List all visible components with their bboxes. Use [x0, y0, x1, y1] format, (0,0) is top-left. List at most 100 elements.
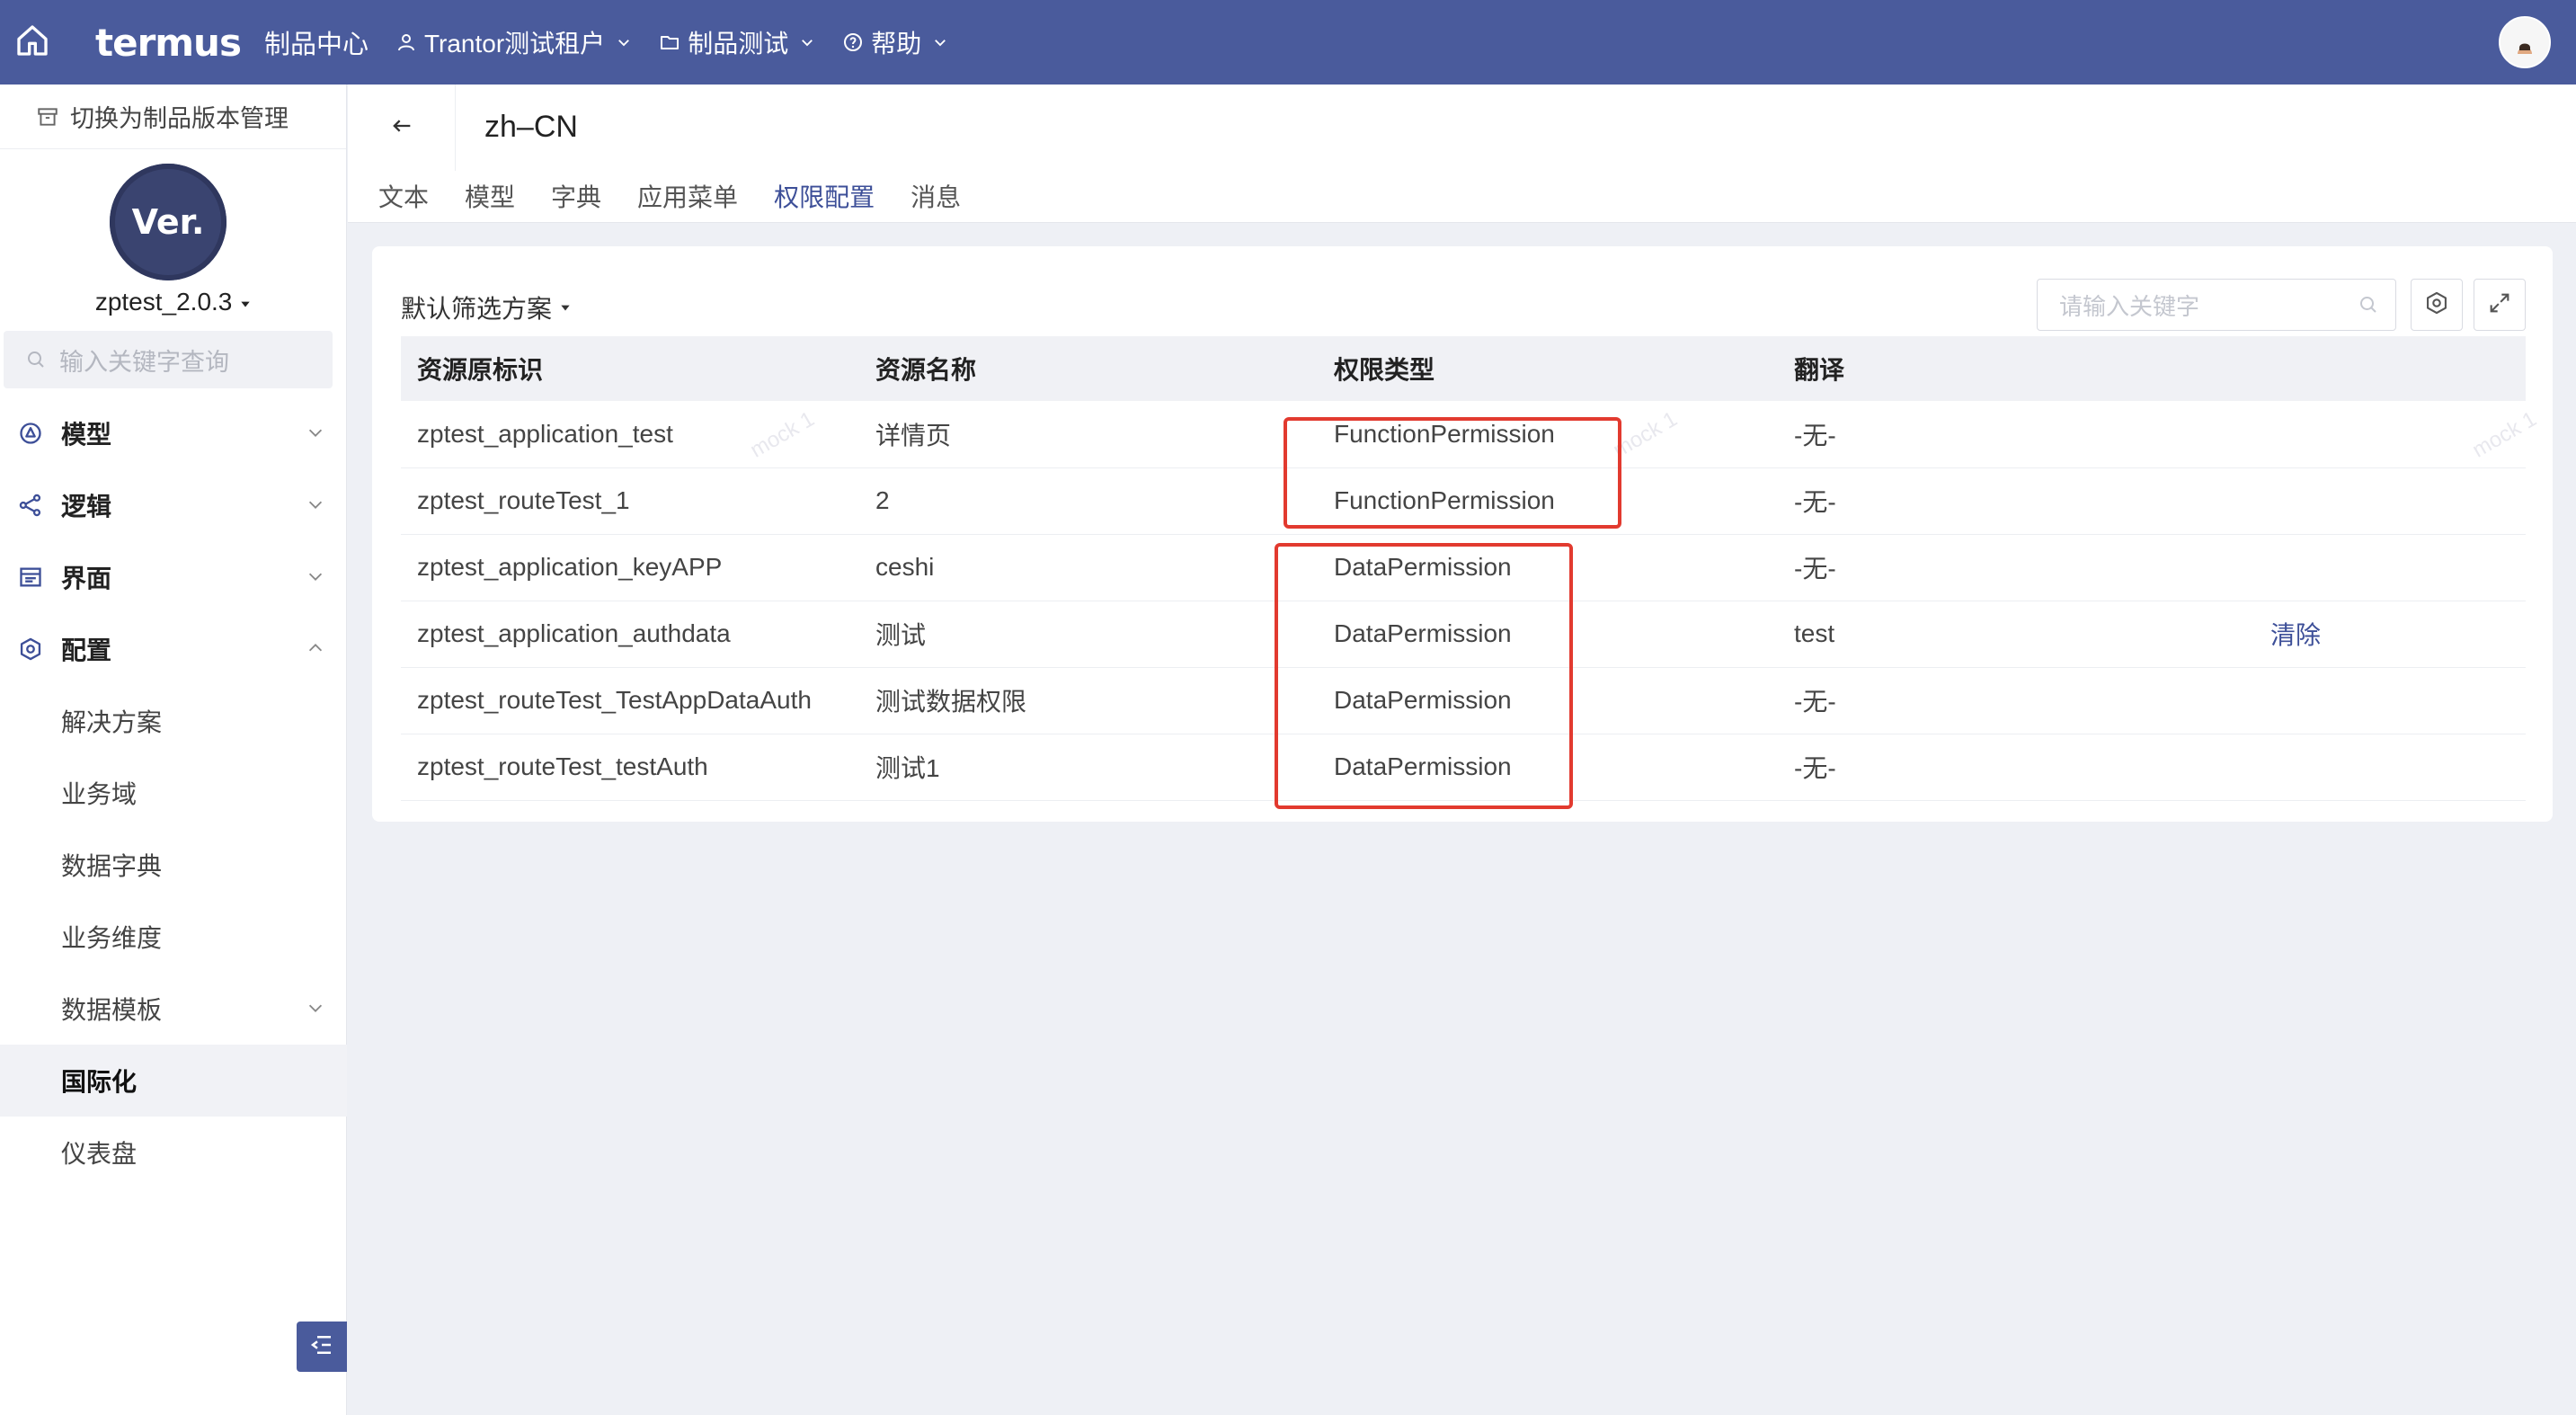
gear-icon — [2424, 290, 2449, 320]
column-header-translation: 翻译 — [1778, 336, 2254, 401]
back-button[interactable] — [348, 85, 456, 171]
sidebar-item-label: 业务维度 — [61, 924, 163, 952]
chevron-down-icon — [306, 566, 325, 586]
sidebar-item-ui[interactable]: 界面 — [0, 541, 347, 613]
model-icon — [18, 421, 43, 446]
search-icon — [25, 349, 47, 370]
collapse-sidebar-button[interactable] — [297, 1322, 347, 1372]
archive-icon — [36, 105, 59, 129]
home-button[interactable] — [0, 0, 65, 85]
sidebar-item-solutions[interactable]: 解决方案 — [0, 685, 347, 757]
chevron-down-icon — [932, 34, 948, 50]
tab-dictionary[interactable]: 字典 — [551, 178, 601, 223]
tenant-label: Trantor测试租户 — [423, 30, 606, 58]
tab-text[interactable]: 文本 — [378, 178, 429, 223]
config-icon — [18, 636, 43, 662]
tab-app-menu[interactable]: 应用菜单 — [637, 178, 738, 223]
resource-id-cell: zptest_application_keyAPP — [401, 534, 859, 601]
version-name: zptest_2.0.3 — [94, 288, 233, 316]
resource-id-cell: zptest_routeTest_1 — [401, 467, 859, 535]
help-label: 帮助 — [871, 30, 922, 58]
version-selector[interactable]: zptest_2.0.3 — [0, 288, 347, 316]
switch-version-management-button[interactable]: 切换为制品版本管理 — [0, 85, 346, 149]
action-cell — [2254, 734, 2526, 801]
tab-permission-config[interactable]: 权限配置 — [774, 178, 875, 223]
sidebar-item-dashboard[interactable]: 仪表盘 — [0, 1117, 347, 1188]
clear-link[interactable]: 清除 — [2270, 621, 2321, 649]
tab-model[interactable]: 模型 — [465, 178, 515, 223]
chevron-down-icon — [616, 34, 632, 50]
app-title: 制品中心 — [263, 31, 369, 59]
chevron-down-icon — [799, 34, 815, 50]
sidebar-search-placeholder: 输入关键字查询 — [59, 348, 229, 376]
resource-id-cell: zptest_routeTest_TestAppDataAuth — [401, 667, 859, 734]
translation-cell[interactable]: -无- — [1778, 401, 2254, 468]
column-header-actions — [2254, 336, 2526, 401]
sidebar-item-i18n[interactable]: 国际化 — [0, 1045, 347, 1117]
resource-id-cell: zptest_application_authdata — [401, 601, 859, 668]
translation-cell[interactable]: -无- — [1778, 734, 2254, 801]
app-logo[interactable]: termus — [95, 21, 242, 65]
folder-icon — [659, 31, 680, 53]
resource-name-cell: 测试数据权限 — [859, 667, 1318, 734]
sidebar-item-data-dictionary[interactable]: 数据字典 — [0, 829, 347, 901]
help-menu[interactable]: 帮助 — [842, 24, 948, 60]
sidebar-item-label: 界面 — [61, 565, 112, 592]
sidebar-item-label: 业务域 — [61, 780, 138, 808]
sidebar-item-business-domain[interactable]: 业务域 — [0, 757, 347, 829]
tenant-selector[interactable]: Trantor测试租户 — [395, 24, 632, 60]
tab-bar: 文本 模型 字典 应用菜单 权限配置 消息 — [378, 178, 997, 223]
column-header-permission-type: 权限类型 — [1318, 336, 1778, 401]
page-header: zh–CN 文本 模型 字典 应用菜单 权限配置 消息 — [348, 85, 2576, 223]
project-label: 制品测试 — [688, 30, 789, 58]
action-cell — [2254, 534, 2526, 601]
avatar[interactable] — [2499, 16, 2551, 68]
sidebar-item-business-dimension[interactable]: 业务维度 — [0, 901, 347, 973]
sidebar-item-label: 解决方案 — [61, 708, 163, 736]
sidebar: 切换为制品版本管理 Ver. zptest_2.0.3 输入关键字查询 模型 逻… — [0, 85, 347, 1415]
page-title: zh–CN — [484, 110, 578, 144]
chevron-down-icon — [306, 494, 325, 514]
column-header-resource-name: 资源名称 — [859, 336, 1318, 401]
resource-name-cell: ceshi — [859, 534, 1318, 601]
translation-cell[interactable]: -无- — [1778, 534, 2254, 601]
keyword-search-input[interactable]: 请输入关键字 — [2037, 279, 2396, 331]
search-icon — [2358, 294, 2379, 316]
help-icon — [842, 31, 864, 53]
sidebar-item-label: 逻辑 — [61, 493, 112, 521]
home-icon — [14, 22, 50, 63]
action-cell — [2254, 667, 2526, 734]
action-cell: 清除 — [2254, 601, 2526, 668]
translation-cell[interactable]: -无- — [1778, 467, 2254, 535]
chevron-down-icon — [306, 998, 325, 1018]
sidebar-menu: 模型 逻辑 界面 配置 解决方案 业务域 数据字典 业务维度 数据模板 国际化 … — [0, 397, 347, 1188]
resource-name-cell: 测试1 — [859, 734, 1318, 801]
sidebar-item-label: 数据字典 — [61, 852, 163, 880]
sidebar-item-label: 仪表盘 — [61, 1140, 138, 1168]
sidebar-item-model[interactable]: 模型 — [0, 397, 347, 469]
resource-name-cell: 详情页 — [859, 401, 1318, 468]
sidebar-item-config[interactable]: 配置 — [0, 613, 347, 685]
sidebar-item-label: 国际化 — [61, 1068, 138, 1096]
tab-message[interactable]: 消息 — [910, 178, 961, 223]
fullscreen-button[interactable] — [2474, 279, 2526, 331]
caret-down-icon — [559, 301, 572, 314]
project-selector[interactable]: 制品测试 — [659, 24, 815, 60]
action-cell — [2254, 467, 2526, 535]
version-badge-icon: Ver. — [110, 164, 227, 280]
sidebar-item-logic[interactable]: 逻辑 — [0, 469, 347, 541]
table-header-row: 资源原标识 资源名称 权限类型 翻译 — [401, 336, 2526, 401]
settings-button[interactable] — [2411, 279, 2463, 331]
translation-cell[interactable]: test — [1778, 601, 2254, 668]
sidebar-search-input[interactable]: 输入关键字查询 — [4, 331, 333, 388]
sidebar-item-label: 配置 — [61, 636, 112, 664]
top-bar: termus 制品中心 Trantor测试租户 制品测试 帮助 — [0, 0, 2576, 85]
expand-icon — [2487, 290, 2512, 320]
translation-cell[interactable]: -无- — [1778, 667, 2254, 734]
caret-down-icon — [239, 288, 252, 316]
highlight-box-data-permission — [1275, 543, 1573, 809]
filter-scheme-dropdown[interactable]: 默认筛选方案 — [401, 289, 572, 325]
sidebar-item-data-template[interactable]: 数据模板 — [0, 973, 347, 1045]
collapse-icon — [308, 1331, 335, 1363]
resource-name-cell: 测试 — [859, 601, 1318, 668]
